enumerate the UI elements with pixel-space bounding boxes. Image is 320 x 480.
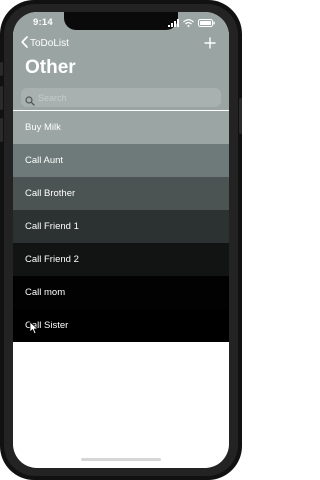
list-item-label: Call Friend 2 [25,254,79,265]
add-item-button[interactable] [203,36,217,50]
chevron-left-icon [21,35,28,51]
wifi-icon [183,14,194,32]
page-title: Other [25,57,76,78]
list-item[interactable]: Buy Milk [13,111,229,144]
device-frame: 9:14 ToDoList Other Search Buy Milk Call… [0,0,242,480]
search-icon [25,93,35,106]
side-button-silent [0,62,3,76]
list-item[interactable]: Call Aunt [13,144,229,177]
phone-screen: 9:14 ToDoList Other Search Buy Milk Call… [13,12,229,468]
search-bar[interactable] [21,88,221,107]
cursor-icon [29,321,39,335]
side-button-volume-down [0,118,3,142]
list-item-label: Call Brother [25,188,76,199]
back-button-label: ToDoList [30,37,69,49]
list-item[interactable]: Call Sister [13,309,229,342]
list-item-label: Buy Milk [25,122,61,133]
navigation-header: 9:14 ToDoList Other Search [13,12,229,110]
list-item[interactable]: Call Brother [13,177,229,210]
status-time: 9:14 [33,17,53,28]
list-item-label: Call Aunt [25,155,64,166]
cellular-icon [168,14,179,32]
side-button-power [239,98,242,134]
plus-icon [203,37,217,54]
list-item[interactable]: Call Friend 1 [13,210,229,243]
list-item[interactable]: Call Friend 2 [13,243,229,276]
list-item-label: Call mom [25,287,66,298]
status-icons [168,18,215,27]
list-item[interactable]: Call mom [13,276,229,309]
back-button[interactable]: ToDoList [21,35,69,51]
todo-list: Buy Milk Call Aunt Call Brother Call Fri… [13,111,229,342]
battery-icon [198,14,215,32]
notch [64,12,178,30]
side-button-volume-up [0,86,3,110]
list-item-label: Call Friend 1 [25,221,79,232]
search-input[interactable] [38,92,208,103]
home-indicator [81,458,161,461]
